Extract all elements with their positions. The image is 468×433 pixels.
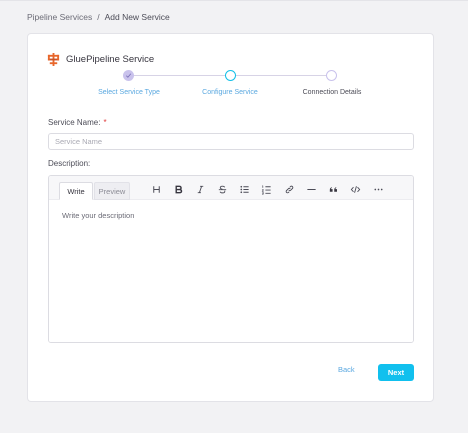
bold-button[interactable] xyxy=(171,182,185,196)
more-icon xyxy=(373,188,383,190)
bullet-list-button[interactable] xyxy=(237,182,251,196)
step-connector-1 xyxy=(134,75,225,76)
description-editor: Write Preview xyxy=(48,175,414,343)
italic-button[interactable] xyxy=(193,182,207,196)
top-border xyxy=(0,0,468,1)
breadcrumb: Pipeline Services / Add New Service xyxy=(27,12,170,22)
heading-icon xyxy=(152,185,160,193)
breadcrumb-separator: / xyxy=(97,12,100,22)
step-1-indicator xyxy=(123,70,134,81)
required-marker: * xyxy=(103,118,107,127)
service-header: GluePipeline Service xyxy=(47,53,154,66)
description-textarea[interactable] xyxy=(49,200,413,342)
code-button[interactable] xyxy=(348,182,362,196)
tab-preview[interactable]: Preview xyxy=(94,182,130,200)
add-service-card: GluePipeline Service Select Service Type… xyxy=(27,33,434,402)
step-2-indicator xyxy=(225,70,236,81)
more-button[interactable] xyxy=(371,182,385,196)
breadcrumb-item-add-new-service: Add New Service xyxy=(104,12,170,22)
numbered-list-button[interactable] xyxy=(259,182,273,196)
bold-icon xyxy=(175,185,182,193)
service-name-label-text: Service Name: xyxy=(48,118,101,127)
step-connector-2 xyxy=(236,75,326,76)
service-name-input[interactable] xyxy=(48,133,414,150)
heading-button[interactable] xyxy=(149,182,163,196)
strikethrough-button[interactable] xyxy=(215,182,229,196)
next-button[interactable]: Next xyxy=(378,364,414,381)
quote-button[interactable] xyxy=(326,182,340,196)
horizontal-rule-button[interactable] xyxy=(304,182,318,196)
numbered-list-icon xyxy=(261,184,271,195)
horizontal-rule-icon xyxy=(306,188,316,190)
glue-pipeline-logo-icon xyxy=(47,53,60,66)
back-button[interactable]: Back xyxy=(338,365,355,374)
check-icon xyxy=(126,73,132,78)
bullet-list-icon xyxy=(239,185,249,193)
step-3-indicator xyxy=(326,70,337,81)
editor-toolbar: Write Preview xyxy=(49,176,413,200)
tab-write[interactable]: Write xyxy=(59,182,93,200)
strikethrough-icon xyxy=(218,185,226,193)
service-title: GluePipeline Service xyxy=(66,54,155,65)
link-icon xyxy=(285,185,293,193)
step-3-label: Connection Details xyxy=(302,89,362,96)
description-label: Description: xyxy=(48,159,91,168)
code-icon xyxy=(350,185,360,193)
step-2-label: Configure Service xyxy=(202,89,258,96)
link-button[interactable] xyxy=(282,182,296,196)
quote-icon xyxy=(329,186,337,192)
italic-icon xyxy=(197,185,203,193)
breadcrumb-item-pipeline-services[interactable]: Pipeline Services xyxy=(27,12,92,22)
step-1-label: Select Service Type xyxy=(98,89,160,96)
service-name-label: Service Name: * xyxy=(48,118,107,127)
